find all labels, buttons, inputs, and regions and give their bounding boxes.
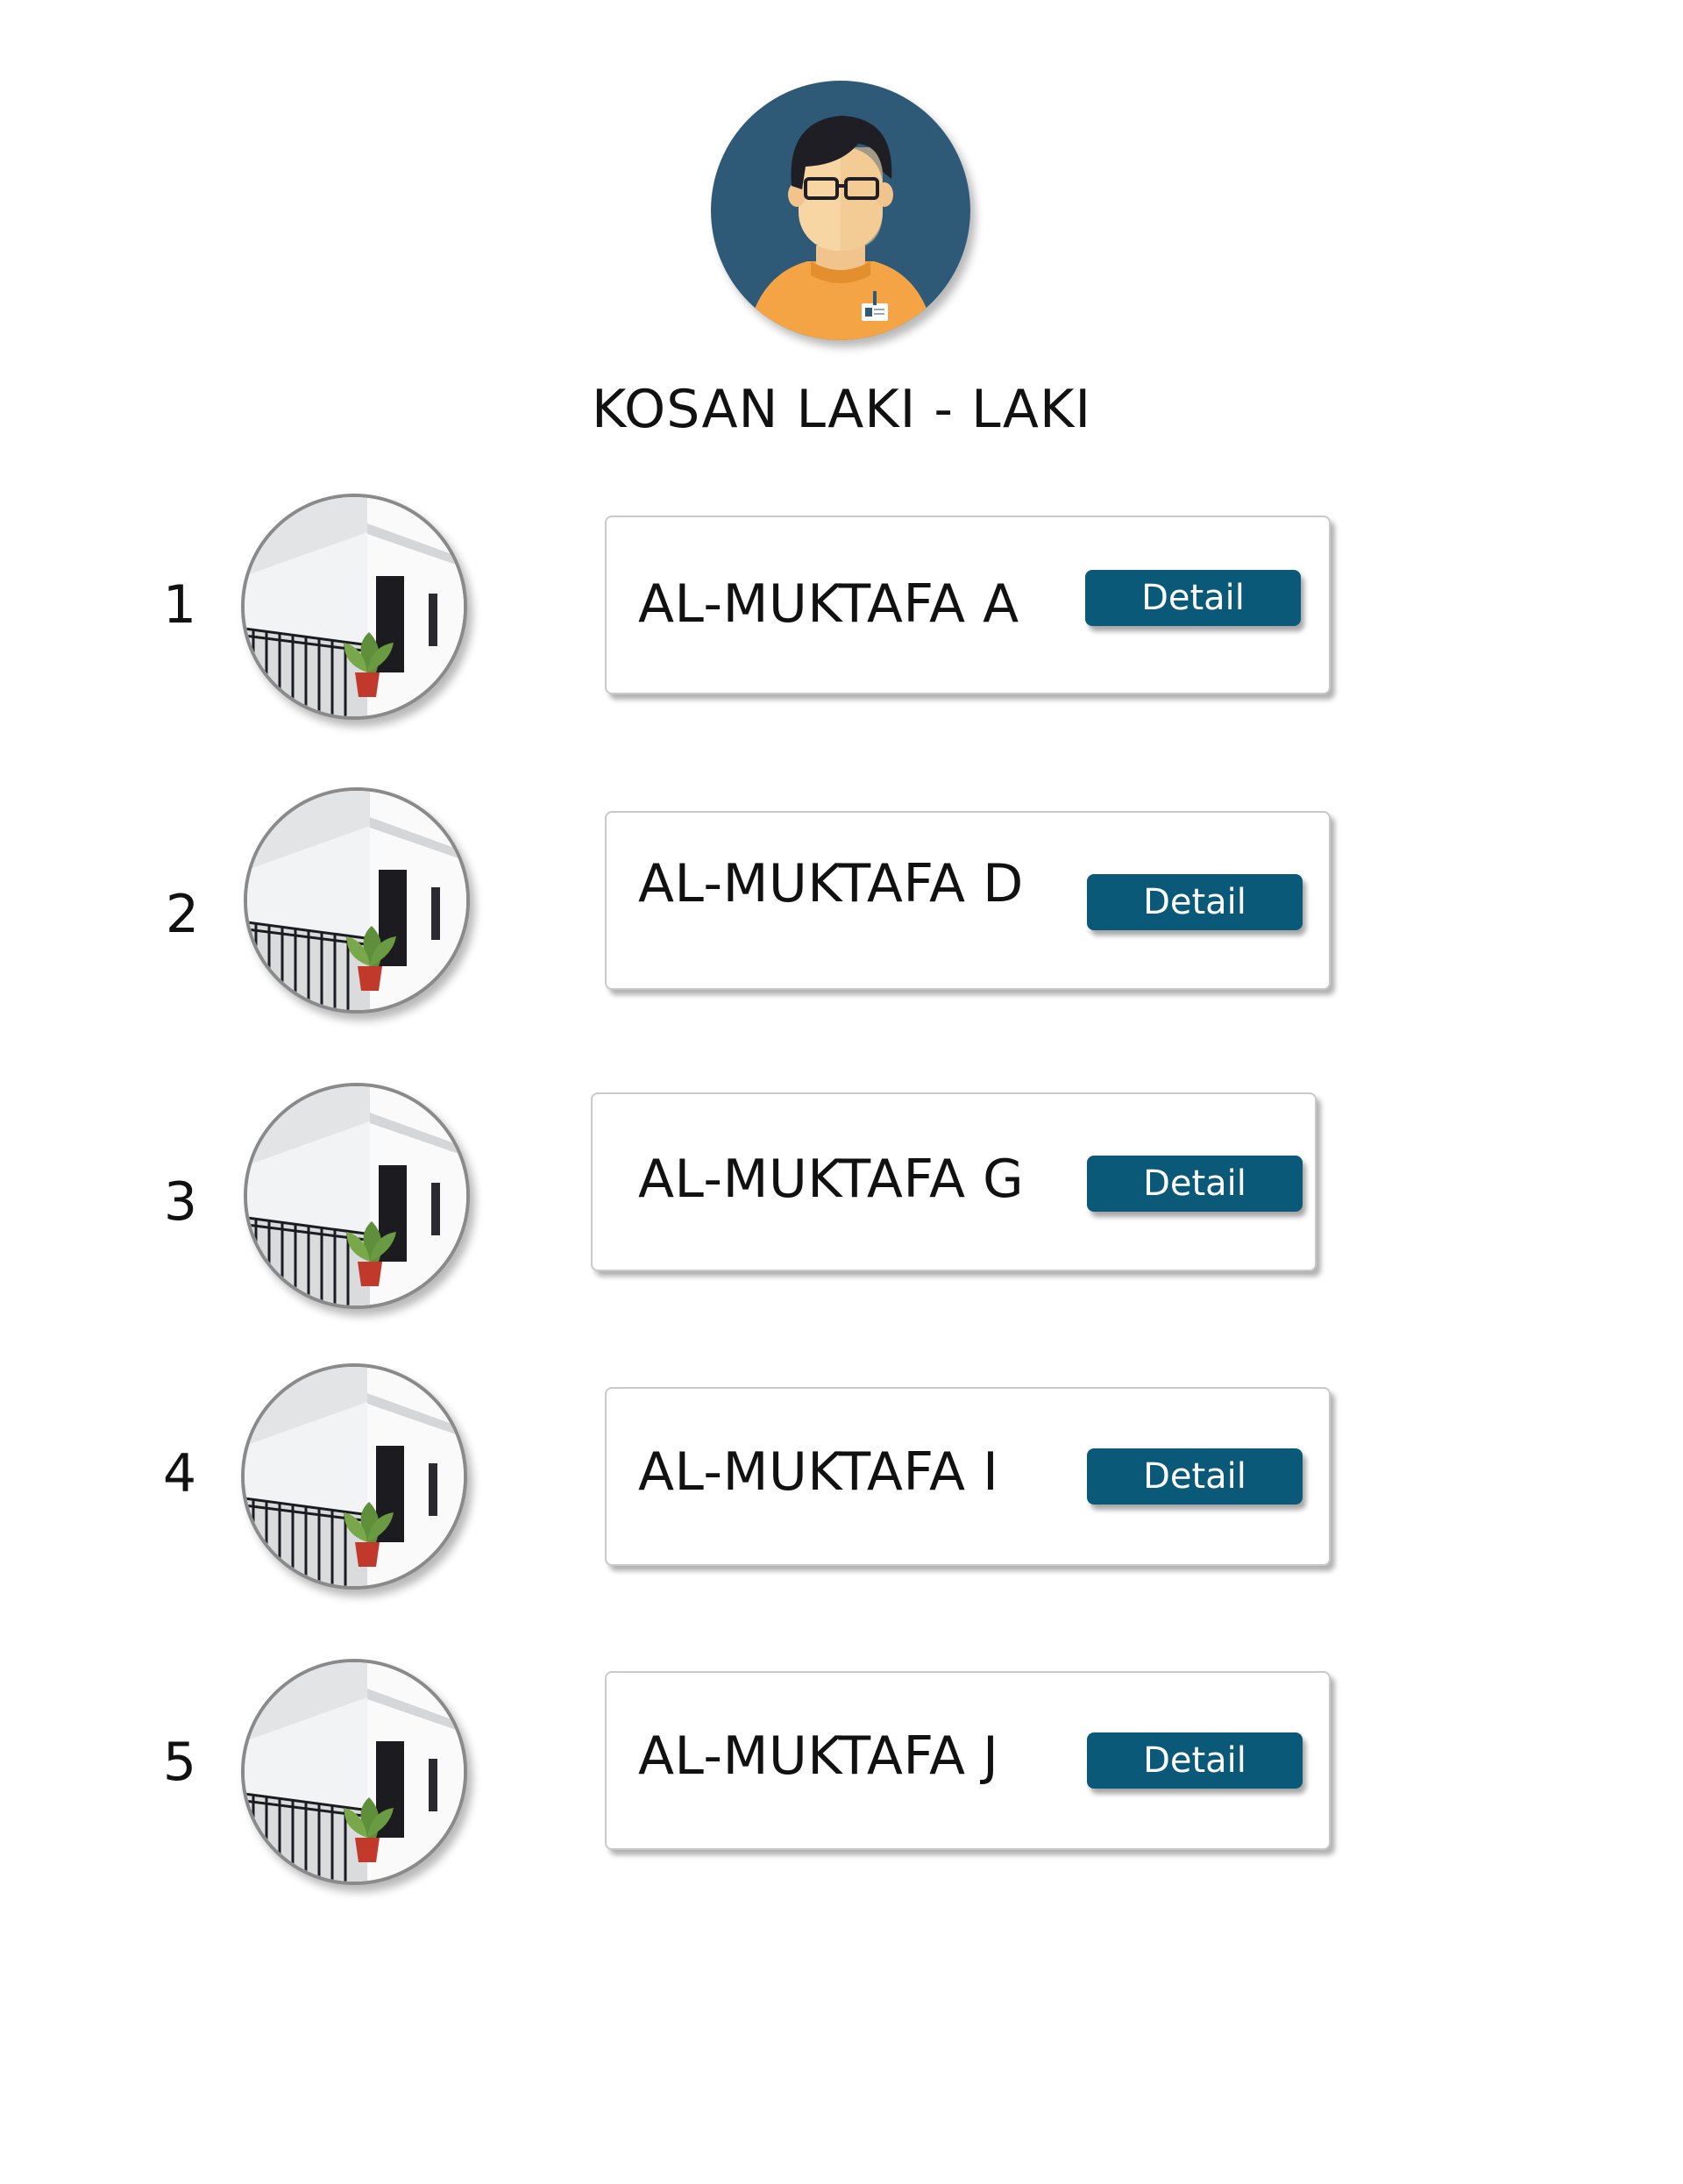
listing-card: AL-MUKTAFA I Detail (605, 1387, 1331, 1566)
listing-card: AL-MUKTAFA D Detail (605, 811, 1331, 990)
listing-name: AL-MUKTAFA I (638, 1441, 999, 1503)
row-number: 2 (165, 884, 200, 945)
building-hallway-image (245, 497, 464, 716)
listing-name: AL-MUKTAFA G (638, 1149, 1025, 1210)
detail-button[interactable]: Detail (1087, 1732, 1303, 1789)
building-photo[interactable] (241, 1363, 467, 1590)
row-number: 3 (163, 1171, 198, 1233)
building-hallway-image (245, 1662, 464, 1882)
row-number: 1 (162, 574, 197, 636)
building-hallway-image (247, 1086, 466, 1305)
listing-card: AL-MUKTAFA G Detail (591, 1092, 1317, 1271)
page-title: KOSAN LAKI - LAKI (591, 379, 1092, 440)
building-photo[interactable] (241, 494, 467, 720)
building-photo[interactable] (241, 1659, 467, 1885)
listing-card: AL-MUKTAFA A Detail (605, 516, 1331, 694)
user-avatar-icon (711, 81, 970, 340)
listing-name: AL-MUKTAFA A (638, 573, 1019, 635)
building-hallway-image (247, 791, 466, 1010)
row-number: 5 (162, 1732, 197, 1793)
detail-button[interactable]: Detail (1085, 570, 1301, 626)
row-number: 4 (162, 1443, 197, 1505)
building-hallway-image (245, 1367, 464, 1586)
building-photo[interactable] (244, 787, 470, 1014)
building-photo[interactable] (244, 1083, 470, 1309)
user-avatar (711, 81, 970, 340)
detail-button[interactable]: Detail (1087, 1448, 1303, 1505)
detail-button[interactable]: Detail (1087, 1156, 1303, 1212)
listing-name: AL-MUKTAFA J (638, 1725, 999, 1787)
listing-name: AL-MUKTAFA D (638, 853, 1024, 914)
detail-button[interactable]: Detail (1087, 874, 1303, 930)
listing-card: AL-MUKTAFA J Detail (605, 1671, 1331, 1850)
